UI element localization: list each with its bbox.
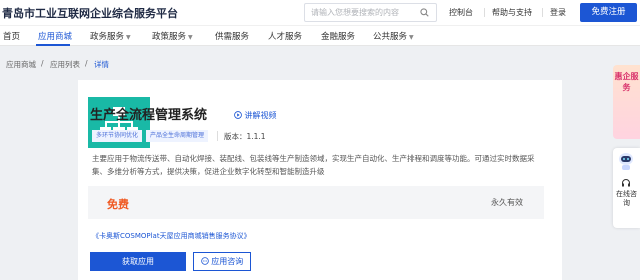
- app-tag: 多环节协同优化: [92, 130, 143, 142]
- nav-label: 政务服务: [90, 32, 125, 42]
- nav-label: 人才服务: [268, 32, 303, 42]
- promo-widget[interactable]: 惠企服务: [613, 65, 640, 139]
- breadcrumb-detail: 详情: [94, 60, 109, 69]
- breadcrumb-app-store[interactable]: 应用商城: [6, 59, 36, 70]
- chevron-down-icon: ▼: [126, 34, 131, 41]
- active-tab-indicator: [36, 44, 70, 46]
- app-title: 生产全流程管理系统: [90, 108, 208, 123]
- play-icon: [234, 111, 242, 119]
- chevron-down-icon: ▼: [409, 34, 414, 41]
- breadcrumb-separator: /: [41, 59, 44, 68]
- divider: [217, 131, 218, 141]
- nav-item-government[interactable]: 政务服务 ▼: [90, 30, 131, 42]
- breadcrumb-app-list[interactable]: 应用列表: [50, 59, 80, 70]
- nav-item-app-store[interactable]: 应用商城: [38, 30, 72, 42]
- nav-item-public[interactable]: 公共服务 ▼: [373, 30, 414, 42]
- nav-label: 供需服务: [215, 32, 250, 42]
- console-link[interactable]: 控制台: [449, 7, 473, 18]
- nav-label: 公共服务: [373, 32, 408, 42]
- app-version: 版本：1.1.1: [224, 132, 266, 141]
- search-box[interactable]: [304, 3, 437, 22]
- breadcrumb-separator: /: [85, 59, 88, 68]
- video-link[interactable]: 讲解视频: [234, 110, 277, 121]
- main-nav: 首页 应用商城 政务服务 ▼ 政策服务 ▼ 供需服务 人才服务 金融服务 公共服务 ▼: [0, 25, 640, 46]
- chevron-down-icon: ▼: [188, 34, 193, 41]
- nav-item-home[interactable]: 首页: [3, 30, 20, 42]
- nav-item-supply-demand[interactable]: 供需服务: [215, 30, 249, 42]
- consult-button-label: 应用咨询: [211, 257, 244, 266]
- nav-label: 应用商城: [38, 32, 73, 42]
- search-icon[interactable]: [420, 8, 429, 17]
- get-app-button[interactable]: 获取应用: [90, 252, 186, 271]
- chat-icon: [200, 257, 209, 265]
- consult-button[interactable]: 应用咨询: [193, 252, 251, 271]
- promo-label: 惠企服务: [614, 72, 639, 92]
- nav-item-talent[interactable]: 人才服务: [268, 30, 302, 42]
- online-service-label: 在线咨询: [616, 190, 637, 207]
- price-panel: [88, 186, 544, 219]
- help-support-link[interactable]: 帮助与支持: [492, 7, 532, 18]
- login-link[interactable]: 登录: [550, 7, 566, 18]
- app-tag: 产品全生命周期管理: [146, 130, 209, 142]
- divider: [484, 8, 485, 17]
- nav-item-finance[interactable]: 金融服务: [321, 30, 355, 42]
- nav-label: 首页: [3, 32, 21, 42]
- headset-icon: [622, 179, 630, 187]
- validity-period: 永久有效: [491, 198, 523, 207]
- site-title[interactable]: 青岛市工业互联网企业综合服务平台: [2, 5, 178, 21]
- divider: [542, 8, 543, 17]
- nav-item-policy[interactable]: 政策服务 ▼: [152, 30, 193, 42]
- app-description: 主要应用于物流传送带、自动化焊接、装配线、包装线等生产制造领域，实现生产自动化、…: [92, 154, 535, 176]
- search-input[interactable]: [311, 6, 411, 19]
- nav-label: 政策服务: [152, 32, 187, 42]
- robot-icon: [619, 153, 633, 170]
- video-link-label: 讲解视频: [244, 111, 277, 120]
- nav-label: 金融服务: [321, 32, 356, 42]
- top-header: 青岛市工业互联网企业综合服务平台 控制台 帮助与支持 登录 免费注册: [0, 0, 640, 25]
- price-value: 免费: [107, 198, 129, 211]
- service-agreement-link[interactable]: 《卡奥斯COSMOPlat天屋应用商城销售服务协议》: [92, 231, 251, 241]
- register-button[interactable]: 免费注册: [580, 3, 637, 22]
